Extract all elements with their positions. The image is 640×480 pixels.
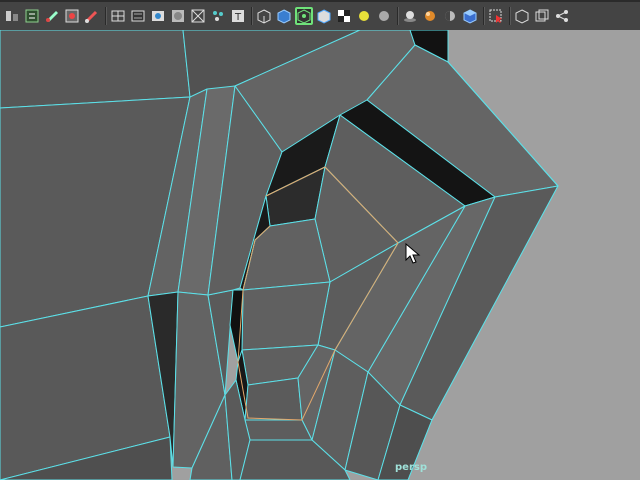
light-sphere-button[interactable]: [355, 7, 373, 25]
mesh-face: [241, 281, 331, 351]
bounding-box-button[interactable]: [169, 7, 187, 25]
toolbar-separator: [480, 6, 486, 26]
brush-button[interactable]: [83, 7, 101, 25]
cube-outline-icon: [257, 9, 271, 24]
toolbar-separator: [102, 6, 108, 26]
cube-textured-icon: [317, 9, 331, 24]
toolbar-separator: [248, 6, 254, 26]
hypergraph-button[interactable]: [3, 7, 21, 25]
wireframe-button[interactable]: [109, 7, 127, 25]
cube-shaded-icon: [277, 9, 291, 24]
shaded-wire-button[interactable]: [149, 7, 167, 25]
svg-text:T: T: [234, 12, 242, 23]
frame-all-button[interactable]: [513, 7, 531, 25]
xray-button[interactable]: [189, 7, 207, 25]
paint-tool-button[interactable]: [43, 7, 61, 25]
mesh-face: [244, 419, 313, 441]
shadow-sphere-button[interactable]: [421, 7, 439, 25]
half-sphere-icon: [445, 11, 455, 21]
isolate-select-button[interactable]: [209, 7, 227, 25]
grey-sphere-icon: [379, 11, 389, 21]
half-sphere-button[interactable]: [441, 7, 459, 25]
checker-button[interactable]: [335, 7, 353, 25]
toolbar-separator: [506, 6, 512, 26]
outliner-button[interactable]: [23, 7, 41, 25]
bounding-box-icon: [172, 10, 184, 22]
textured-button[interactable]: T: [229, 7, 247, 25]
xray-icon: [191, 9, 205, 23]
camera-label: persp: [395, 462, 427, 473]
render-settings-button[interactable]: [63, 7, 81, 25]
isolate-select-icon: [213, 11, 223, 21]
mouse-cursor-icon: [405, 243, 421, 264]
graph-node-button[interactable]: [553, 7, 571, 25]
frame-selected-icon: [535, 9, 549, 22]
select-region-icon: [489, 9, 502, 23]
wireframe-icon: [111, 10, 125, 22]
select-region-button[interactable]: [487, 7, 505, 25]
outliner-icon: [25, 9, 39, 23]
smooth-shade-icon: [131, 10, 145, 22]
cube-outline-button[interactable]: [255, 7, 273, 25]
toolbar-separator: [394, 6, 400, 26]
mesh-face: [244, 377, 303, 421]
material-cube-icon: [463, 9, 477, 24]
cube-textured-button[interactable]: [315, 7, 333, 25]
cube-selected-icon: [297, 9, 311, 24]
render-settings-icon: [65, 9, 79, 23]
checker-icon: [338, 10, 350, 22]
cube-shaded-button[interactable]: [275, 7, 293, 25]
frame-selected-button[interactable]: [533, 7, 551, 25]
graph-node-icon: [556, 10, 568, 22]
mesh-wireframe[interactable]: [0, 30, 640, 480]
lights-icon: [404, 11, 416, 22]
shadow-sphere-icon: [425, 11, 435, 21]
paint-tool-icon: [46, 11, 58, 22]
frame-all-icon: [515, 9, 529, 24]
textured-icon: T: [232, 10, 244, 23]
brush-icon: [85, 10, 98, 23]
smooth-shade-button[interactable]: [129, 7, 147, 25]
shaded-wire-icon: [152, 11, 164, 21]
mesh-face: [0, 30, 191, 109]
viewport-persp[interactable]: [0, 30, 640, 480]
material-cube-button[interactable]: [461, 7, 479, 25]
grey-sphere-button[interactable]: [375, 7, 393, 25]
hypergraph-icon: [6, 11, 18, 21]
lights-button[interactable]: [401, 7, 419, 25]
light-sphere-icon: [359, 11, 369, 21]
cube-selected-button[interactable]: [295, 7, 313, 25]
viewport-toolbar: T: [0, 0, 640, 30]
